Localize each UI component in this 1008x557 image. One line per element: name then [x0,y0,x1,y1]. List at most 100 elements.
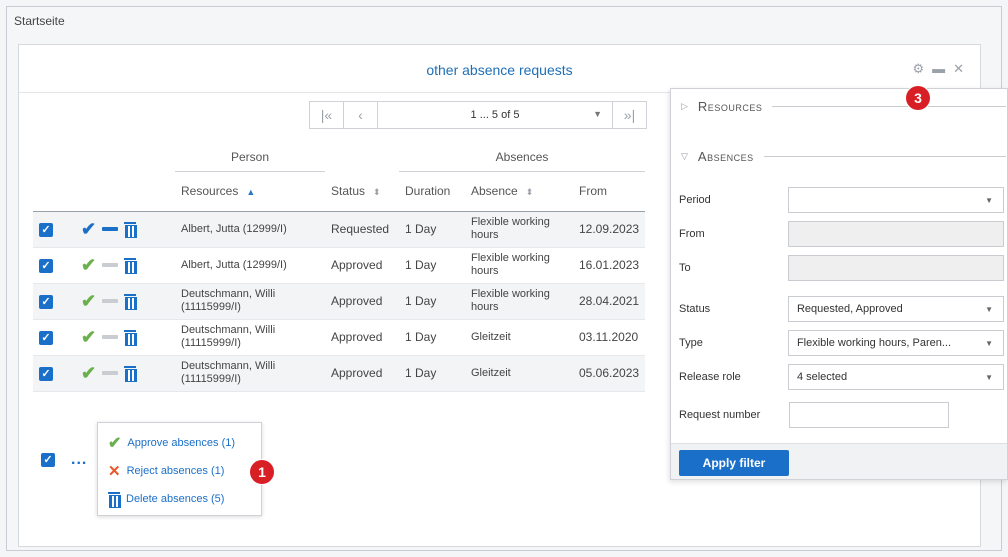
cell-status: Requested [325,211,399,248]
cell-from: 05.06.2023 [573,355,646,392]
cell-from: 03.11.2020 [573,319,646,356]
period-select[interactable]: ▼ [787,187,1004,213]
chevron-down-icon: ▼ [985,339,993,348]
cell-resource: Albert, Jutta (12999/I) [175,211,325,248]
callout-marker-1: 1 [250,460,274,484]
cell-duration: 1 Day [399,211,465,248]
close-icon[interactable]: ✕ [953,61,964,77]
pager: |« ‹ 1 ... 5 of 5 ▼ »| [309,101,647,129]
table-row[interactable]: ✓ ✔ Albert, Jutta (12999/I) Approved 1 D… [33,247,657,284]
to-date-field[interactable] [787,255,1004,281]
approve-absences-item[interactable]: ✔ Approve absences (1) [108,429,251,457]
type-select[interactable]: Flexible working hours, Paren... ▼ [787,330,1004,356]
table-footer: ✓ ... [41,451,87,469]
cell-duration: 1 Day [399,319,465,356]
trash-icon[interactable] [124,330,138,346]
reject-dash-icon[interactable] [102,227,119,231]
cell-resource: Deutschmann, Willi (11115999/I) [175,355,325,392]
cell-from: 16.01.2023 [573,247,646,284]
breadcrumb[interactable]: Startseite [14,14,65,28]
cell-absence: Flexible working hours [465,283,573,320]
table-row[interactable]: ✓ ✔ Deutschmann, Willi (11115999/I) Appr… [33,283,657,320]
approve-icon[interactable]: ✔ [81,291,96,312]
group-header-absences: Absences [399,143,646,172]
cell-absence: Flexible working hours [465,247,573,284]
sort-asc-icon[interactable]: ▲ [246,187,255,197]
reject-dash-icon[interactable] [102,263,119,267]
status-select[interactable]: Requested, Approved ▼ [787,296,1004,322]
cell-absence: Gleitzeit [465,319,573,356]
cell-absence: Flexible working hours [465,211,573,248]
reject-dash-icon[interactable] [102,299,119,303]
trash-icon[interactable] [124,258,138,274]
group-header-person: Person [175,143,325,172]
cell-from: 28.04.2021 [573,283,646,320]
cell-status: Approved [325,247,399,284]
release-role-select[interactable]: 4 selected ▼ [787,364,1004,390]
filter-release-role: Release role 4 selected ▼ [679,362,1004,392]
chevron-down-icon: ▼ [593,109,602,119]
approve-icon[interactable]: ✔ [81,219,96,240]
bulk-actions-menu: ✔ Approve absences (1) ✕ Reject absences… [97,422,262,516]
sort-icon[interactable]: ⬍ [526,187,534,197]
trash-icon[interactable] [124,294,138,310]
minimize-icon[interactable]: ▬ [932,61,945,77]
filter-footer: Apply filter [671,443,1007,479]
cell-status: Approved [325,319,399,356]
cell-resource: Deutschmann, Willi (11115999/I) [175,319,325,356]
chevron-down-icon: ▼ [985,373,993,382]
row-checkbox[interactable]: ✓ [39,366,53,381]
sort-icon[interactable]: ⬍ [373,187,381,197]
section-absences[interactable]: ▽ Absences [681,149,1006,164]
table-row[interactable]: ✓ ✔ Albert, Jutta (12999/I) Requested 1 … [33,211,657,248]
col-status[interactable]: Status ⬍ [325,171,399,212]
apply-filter-button[interactable]: Apply filter [679,450,789,476]
cell-status: Approved [325,355,399,392]
filter-from: From [679,219,1004,249]
cell-from: 12.09.2023 [573,211,646,248]
col-duration[interactable]: Duration [399,171,465,212]
absence-table: Person Absences Resources ▲ Status ⬍ Durat… [33,143,657,392]
trash-icon[interactable] [124,366,138,382]
expand-icon: ▷ [681,101,688,111]
row-checkbox[interactable]: ✓ [39,222,53,237]
last-page-button[interactable]: »| [612,102,646,128]
reject-icon: ✕ [108,463,121,480]
approve-icon[interactable]: ✔ [81,363,96,384]
row-checkbox[interactable]: ✓ [39,294,53,309]
select-all-checkbox[interactable]: ✓ [41,453,55,467]
gear-icon[interactable]: ⚙ [912,61,924,77]
row-checkbox[interactable]: ✓ [39,330,53,345]
more-actions-button[interactable]: ... [71,451,87,469]
table-row[interactable]: ✓ ✔ Deutschmann, Willi (11115999/I) Appr… [33,355,657,392]
cell-duration: 1 Day [399,355,465,392]
reject-absences-item[interactable]: ✕ Reject absences (1) [108,457,251,485]
request-number-input[interactable] [789,402,949,428]
trash-icon[interactable] [124,222,138,238]
col-resources[interactable]: Resources ▲ [175,171,325,212]
cell-absence: Gleitzeit [465,355,573,392]
filter-to: To [679,253,1004,283]
delete-absences-item[interactable]: Delete absences (5) [108,485,251,513]
collapse-icon: ▽ [681,151,688,161]
page-info: 1 ... 5 of 5 [470,109,520,121]
table-row[interactable]: ✓ ✔ Deutschmann, Willi (11115999/I) Appr… [33,319,657,356]
cell-status: Approved [325,283,399,320]
filter-panel: ▷ Resources ▽ Absences Period ▼ From To … [670,88,1008,480]
section-resources[interactable]: ▷ Resources [681,99,1006,114]
filter-type: Type Flexible working hours, Paren... ▼ [679,328,1004,358]
first-page-button[interactable]: |« [310,102,344,128]
approve-icon[interactable]: ✔ [81,327,96,348]
col-from[interactable]: From [573,171,646,212]
reject-dash-icon[interactable] [102,335,119,339]
reject-dash-icon[interactable] [102,371,119,375]
page-select[interactable]: 1 ... 5 of 5 ▼ [378,109,612,121]
panel-title: other absence requests [426,62,573,78]
panel-header: other absence requests ⚙ ▬ ✕ [19,45,980,93]
callout-marker-3: 3 [906,86,930,110]
approve-icon[interactable]: ✔ [81,255,96,276]
from-date-field[interactable] [787,221,1004,247]
prev-page-button[interactable]: ‹ [344,102,378,128]
row-checkbox[interactable]: ✓ [39,258,53,273]
col-absence[interactable]: Absence ⬍ [465,171,573,212]
